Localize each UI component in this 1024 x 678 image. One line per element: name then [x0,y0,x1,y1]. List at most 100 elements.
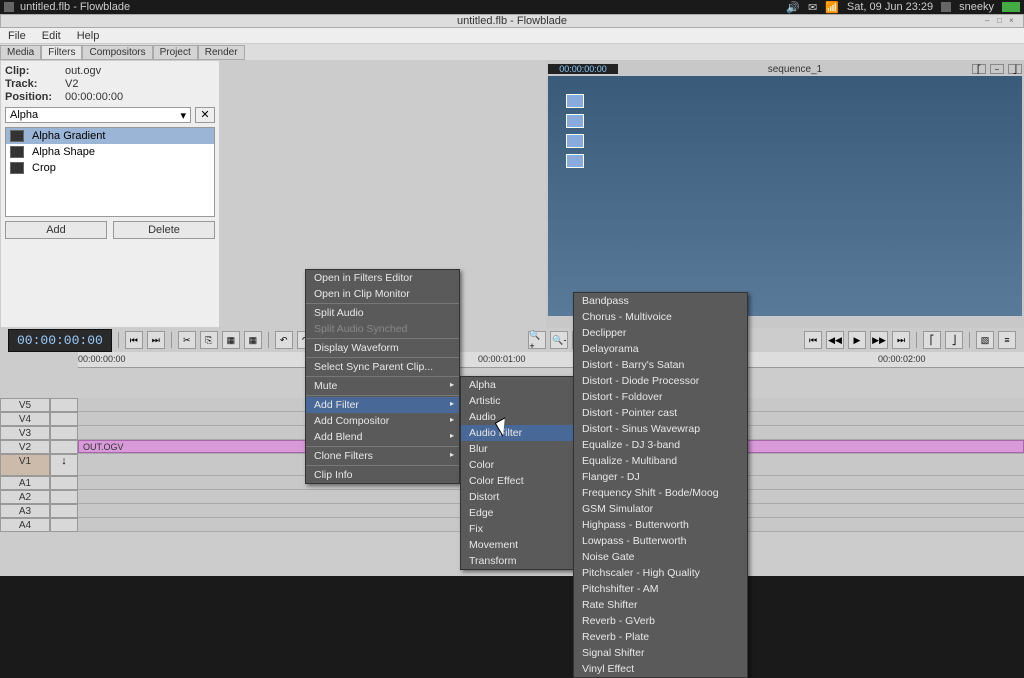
track-label-a2[interactable]: A2 [0,490,50,504]
tool-next-button[interactable]: ⏭ [147,331,165,349]
transport-start-button[interactable]: ⏮ [804,331,822,349]
settings-button[interactable]: ≡ [998,331,1016,349]
clear-filter-button[interactable]: ✕ [195,107,215,123]
menu-item[interactable]: Delayorama [574,341,747,357]
mark-out-button[interactable]: ⎦ [945,331,963,349]
menu-item[interactable]: Frequency Shift - Bode/Moog [574,485,747,501]
speaker-icon[interactable]: 🔊 [786,1,800,14]
menu-item[interactable]: Equalize - DJ 3-band [574,437,747,453]
menu-item[interactable]: Clip Info [306,467,459,483]
tool-append-button[interactable]: ▦ [244,331,262,349]
mail-icon[interactable]: ✉ [808,1,817,14]
track-label-v1[interactable]: V1 [0,454,50,476]
menu-help[interactable]: Help [77,30,100,42]
track-label-v3[interactable]: V3 [0,426,50,440]
track-label-a4[interactable]: A4 [0,518,50,532]
menu-item[interactable]: Mute [306,378,459,394]
menu-item[interactable]: Distort - Diode Processor [574,373,747,389]
filter-checkbox[interactable] [10,146,24,158]
menu-item[interactable]: Lowpass - Butterworth [574,533,747,549]
menu-item[interactable]: Pitchscaler - High Quality [574,565,747,581]
filter-checkbox[interactable] [10,162,24,174]
menu-item[interactable]: Split Audio [306,305,459,321]
track-btn[interactable]: ↓ [50,454,78,476]
menu-item[interactable]: Display Waveform [306,340,459,356]
filter-checkbox[interactable] [10,130,24,142]
menu-item[interactable]: Noise Gate [574,549,747,565]
track-btn[interactable] [50,518,78,532]
menu-item[interactable]: Reverb - Plate [574,629,747,645]
filter-item-alpha-gradient[interactable]: Alpha Gradient [6,128,214,144]
indicator-icon[interactable] [941,2,951,12]
marker-range-button[interactable]: ⎯ [990,64,1004,74]
menu-item[interactable]: Open in Clip Monitor [306,286,459,302]
menu-item[interactable]: Select Sync Parent Clip... [306,359,459,375]
menu-item[interactable]: Highpass - Butterworth [574,517,747,533]
tool-prev-button[interactable]: ⏮ [125,331,143,349]
menu-item[interactable]: Flanger - DJ [574,469,747,485]
menu-item[interactable]: Distort - Pointer cast [574,405,747,421]
tool-undo-button[interactable]: ↶ [275,331,293,349]
timeline-ruler[interactable]: 00:00:00:00 00:00:01:00 00:00:02:00 [78,352,1024,368]
tab-render[interactable]: Render [198,45,245,60]
track-label-v2[interactable]: V2 [0,440,50,454]
close-button[interactable]: × [1009,16,1019,26]
tab-media[interactable]: Media [0,45,41,60]
add-filter-button[interactable]: Add [5,221,107,239]
menu-item[interactable]: Vinyl Effect [574,661,747,677]
filter-category-combo[interactable]: Alpha [5,107,191,123]
mark-in-button[interactable]: ⎡ [923,331,941,349]
menu-item[interactable]: GSM Simulator [574,501,747,517]
menu-item[interactable]: Open in Filters Editor [306,270,459,286]
tool-overwrite-button[interactable]: ▦ [222,331,240,349]
preview-video[interactable] [548,76,1022,316]
menu-item[interactable]: Distort - Foldover [574,389,747,405]
filter-item-alpha-shape[interactable]: Alpha Shape [6,144,214,160]
menu-item[interactable]: Bandpass [574,293,747,309]
delete-filter-button[interactable]: Delete [113,221,215,239]
network-icon[interactable]: 📶 [825,1,839,14]
track-btn[interactable] [50,504,78,518]
filter-item-crop[interactable]: Crop [6,160,214,176]
menu-item[interactable]: Add Filter [306,397,459,413]
menu-item[interactable]: Declipper [574,325,747,341]
track-label-v5[interactable]: V5 [0,398,50,412]
menu-edit[interactable]: Edit [42,30,61,42]
menu-item[interactable]: Reverb - GVerb [574,613,747,629]
menu-item[interactable]: Pitchshifter - AM [574,581,747,597]
menu-item[interactable]: Distort - Barry's Satan [574,357,747,373]
marker-out-button[interactable]: ⎦ [1008,64,1022,74]
menu-item[interactable]: Clone Filters [306,448,459,464]
transport-fwd-button[interactable]: ▶▶ [870,331,888,349]
track-btn[interactable] [50,476,78,490]
track-btn[interactable] [50,426,78,440]
menu-item[interactable]: Add Compositor [306,413,459,429]
track-label-v4[interactable]: V4 [0,412,50,426]
track-label-a3[interactable]: A3 [0,504,50,518]
menu-item[interactable]: Add Blend [306,429,459,445]
transport-back-button[interactable]: ◀◀ [826,331,844,349]
tool-cut-button[interactable]: ✂ [178,331,196,349]
transport-end-button[interactable]: ⏭ [892,331,910,349]
zoom-out-button[interactable]: 🔍- [550,331,568,349]
minimize-button[interactable]: – [985,16,995,26]
tab-project[interactable]: Project [153,45,198,60]
tool-lift-button[interactable]: ⎘ [200,331,218,349]
transport-play-button[interactable]: ▶ [848,331,866,349]
track-btn[interactable] [50,490,78,504]
track-label-a1[interactable]: A1 [0,476,50,490]
menu-item[interactable]: Rate Shifter [574,597,747,613]
menu-item[interactable]: Signal Shifter [574,645,747,661]
menu-item[interactable]: Split Audio Synched [306,321,459,337]
menu-file[interactable]: File [8,30,26,42]
track-btn[interactable] [50,412,78,426]
menu-item[interactable]: Chorus - Multivoice [574,309,747,325]
mode-button[interactable]: ▧ [976,331,994,349]
track-btn[interactable] [50,440,78,454]
zoom-in-button[interactable]: 🔍+ [528,331,546,349]
track-btn[interactable] [50,398,78,412]
user[interactable]: sneeky [959,1,994,13]
menu-item[interactable]: Equalize - Multiband [574,453,747,469]
tab-compositors[interactable]: Compositors [82,45,152,60]
tab-filters[interactable]: Filters [41,45,82,60]
